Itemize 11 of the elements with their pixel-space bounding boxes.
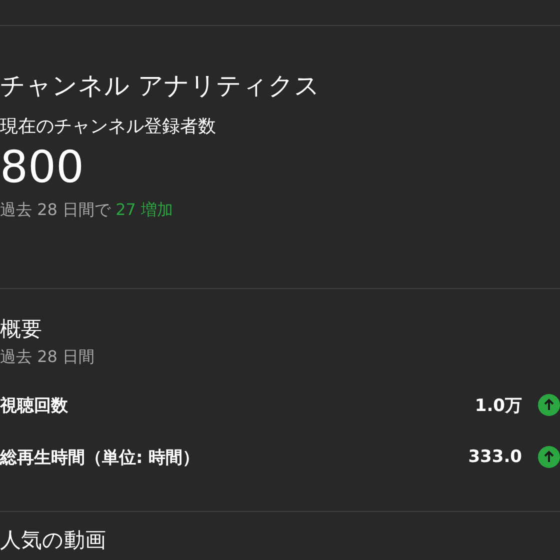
section-title: 人気の動画 [0, 527, 107, 554]
change-text: 27 増加 [116, 200, 174, 219]
metric-label: 視聴回数 [0, 394, 69, 416]
metric-value: 1.0万 [474, 394, 522, 416]
subscriber-label: 現在のチャンネル登録者数 [0, 115, 217, 139]
metric-value: 333.0 [468, 447, 522, 467]
subscriber-count: 800 [0, 142, 85, 194]
page-title: チャンネル アナリティクス [0, 70, 321, 102]
period-text: 過去 28 日間で [0, 200, 111, 219]
period-text: 過去 28 日間 [0, 346, 96, 368]
section-title: 概要 [0, 316, 43, 343]
